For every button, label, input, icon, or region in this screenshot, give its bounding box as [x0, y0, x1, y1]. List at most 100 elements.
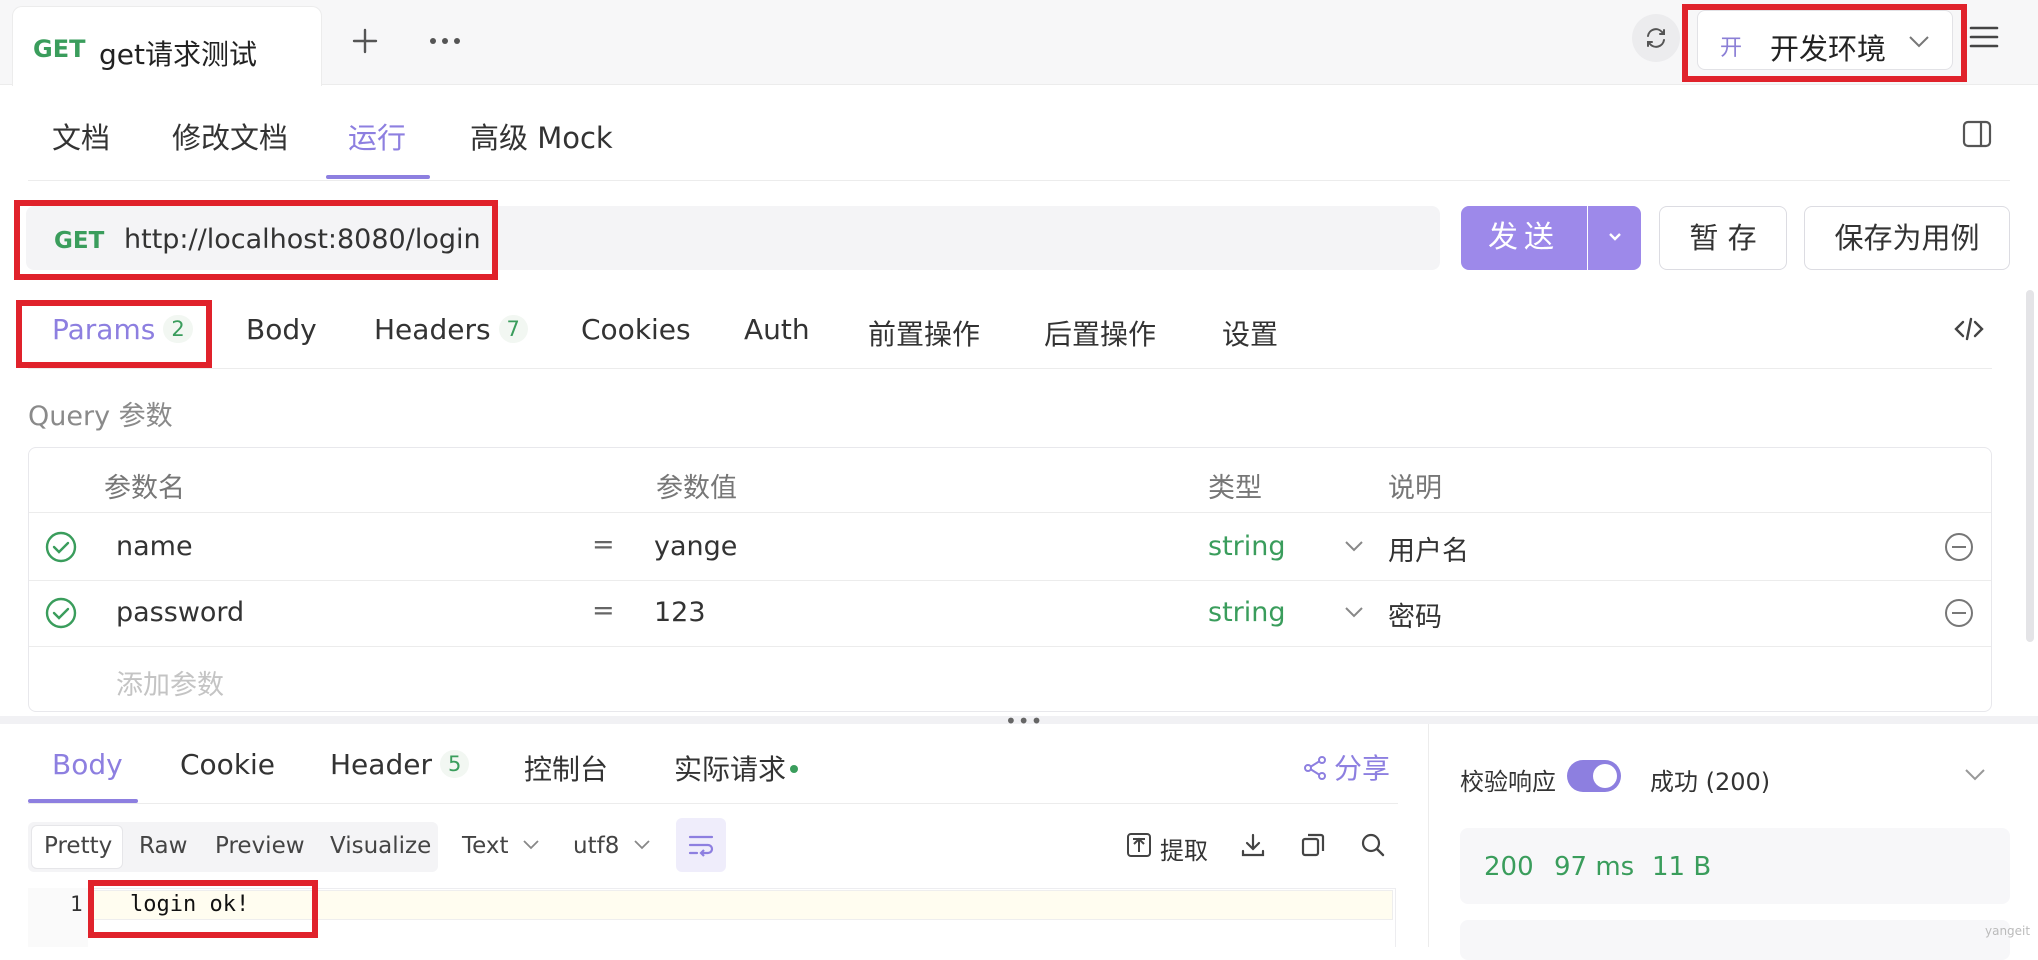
refresh-button[interactable]: [1632, 14, 1680, 62]
send-dropdown-button[interactable]: [1588, 206, 1641, 270]
wrap-icon: [688, 835, 714, 857]
download-icon[interactable]: [1240, 832, 1266, 858]
response-time: 97 ms: [1554, 852, 1635, 882]
row-divider: [29, 646, 1991, 647]
col-header-type: 类型: [1208, 473, 1262, 504]
subtab-run[interactable]: 运行: [348, 115, 406, 157]
tab-headers-label: Headers: [374, 313, 491, 346]
param-type-select[interactable]: string: [1208, 597, 1286, 628]
resp-tab-actual-label: 实际请求: [674, 753, 787, 786]
subtab-mock[interactable]: 高级 Mock: [470, 115, 613, 157]
add-tab-icon[interactable]: [350, 26, 380, 56]
add-param-input[interactable]: 添加参数: [116, 663, 224, 702]
chevron-down-icon: [523, 840, 539, 850]
tab-body[interactable]: Body: [246, 313, 317, 346]
view-preview[interactable]: Preview: [215, 833, 305, 859]
view-pretty[interactable]: Pretty: [44, 833, 112, 859]
resp-tab-body[interactable]: Body: [52, 748, 123, 781]
chevron-down-icon[interactable]: [1964, 768, 1986, 782]
menu-icon[interactable]: [1968, 22, 2000, 52]
check-circle-icon: [45, 531, 77, 563]
tab-auth[interactable]: Auth: [744, 313, 810, 346]
save-temp-button[interactable]: 暂 存: [1659, 206, 1787, 270]
resp-tab-cookie[interactable]: Cookie: [180, 748, 275, 781]
subtab-active-indicator: [326, 175, 430, 179]
chevron-down-icon: [1608, 233, 1621, 241]
verify-response-label: 校验响应: [1460, 768, 1556, 796]
copy-icon[interactable]: [1300, 832, 1326, 858]
scrollbar[interactable]: [2026, 290, 2034, 642]
remove-param-icon[interactable]: [1944, 532, 1974, 562]
status-dot: [790, 765, 799, 773]
highlight-box-response: [88, 880, 318, 938]
watermark: yangeit: [1985, 924, 2031, 938]
highlight-box-env: [1682, 4, 1967, 82]
tab-pre-ops[interactable]: 前置操作: [868, 313, 980, 353]
chevron-down-icon[interactable]: [1344, 606, 1364, 620]
sidebar-toggle-icon[interactable]: [1962, 120, 1992, 148]
request-tab-active[interactable]: GET get请求测试: [12, 6, 322, 86]
send-button[interactable]: 发送: [1461, 206, 1587, 270]
tab-headers[interactable]: Headers 7: [374, 313, 528, 346]
param-desc-input[interactable]: 用户名: [1388, 529, 1469, 568]
response-stats-extra: [1460, 920, 2010, 960]
check-circle-icon: [45, 597, 77, 629]
resp-tab-actual-request[interactable]: 实际请求: [674, 748, 799, 788]
param-value-input[interactable]: 123: [654, 597, 706, 628]
resp-header-count: 5: [439, 750, 470, 778]
divider: [28, 180, 2010, 181]
search-icon[interactable]: [1360, 832, 1386, 858]
more-icon[interactable]: [428, 36, 462, 46]
success-status: 成功 (200): [1650, 768, 1771, 796]
param-name-input[interactable]: password: [116, 597, 244, 628]
row-enabled-checkbox[interactable]: [44, 530, 78, 564]
extract-icon: [1127, 833, 1151, 857]
param-desc-input[interactable]: 密码: [1388, 595, 1442, 634]
param-type-select[interactable]: string: [1208, 531, 1286, 562]
resp-tab-header[interactable]: Header 5: [330, 748, 470, 781]
query-section-label: Query 参数: [28, 401, 173, 432]
row-divider: [29, 512, 1991, 513]
subtab-doc[interactable]: 文档: [52, 115, 110, 157]
share-button[interactable]: 分享: [1302, 747, 1390, 787]
highlight-box-params: [16, 300, 212, 368]
share-icon: [1304, 756, 1326, 780]
col-header-desc: 说明: [1388, 473, 1442, 504]
wrap-lines-button[interactable]: [676, 818, 726, 872]
divider: [28, 368, 1992, 369]
encoding-select[interactable]: utf8: [573, 833, 651, 859]
code-icon[interactable]: [1954, 316, 1984, 342]
tab-cookies[interactable]: Cookies: [581, 313, 691, 346]
response-size: 11 B: [1652, 852, 1712, 882]
divider: [1428, 724, 1429, 947]
tab-settings[interactable]: 设置: [1222, 313, 1278, 353]
subtab-edit-doc[interactable]: 修改文档: [172, 115, 288, 157]
highlight-box-url: [14, 200, 498, 280]
param-name-input[interactable]: name: [116, 531, 193, 562]
chevron-down-icon: [634, 840, 650, 850]
refresh-icon: [1647, 28, 1665, 48]
share-label: 分享: [1334, 752, 1391, 785]
resp-tab-console[interactable]: 控制台: [524, 748, 608, 788]
equals-sign: =: [592, 529, 615, 560]
view-raw[interactable]: Raw: [139, 833, 187, 859]
extract-button[interactable]: [1126, 832, 1152, 858]
headers-count: 7: [498, 315, 528, 343]
col-header-value: 参数值: [656, 473, 737, 504]
line-number: 1: [70, 892, 83, 916]
tab-method: GET: [33, 35, 86, 63]
row-enabled-checkbox[interactable]: [44, 596, 78, 630]
response-stats: [1460, 828, 2010, 904]
tab-post-ops[interactable]: 后置操作: [1044, 313, 1156, 353]
tab-title: get请求测试: [99, 38, 257, 71]
view-visualize[interactable]: Visualize: [330, 833, 431, 859]
drag-handle-icon[interactable]: •••: [1005, 709, 1043, 733]
format-select[interactable]: Text: [462, 833, 540, 859]
divider: [28, 803, 1398, 804]
extract-label[interactable]: 提取: [1160, 831, 1208, 866]
remove-param-icon[interactable]: [1944, 598, 1974, 628]
chevron-down-icon[interactable]: [1344, 540, 1364, 554]
save-as-case-button[interactable]: 保存为用例: [1804, 206, 2010, 270]
resp-tab-header-label: Header: [330, 748, 432, 781]
param-value-input[interactable]: yange: [654, 531, 737, 562]
